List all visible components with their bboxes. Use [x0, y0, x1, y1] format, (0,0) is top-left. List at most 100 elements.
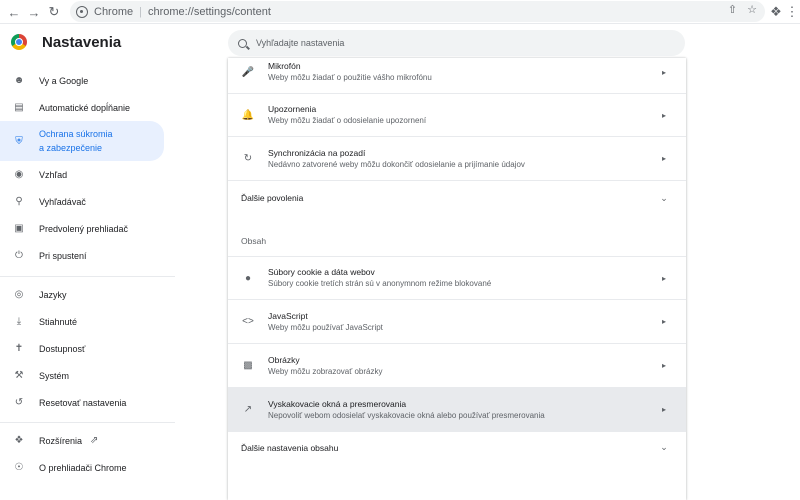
sidebar-item-accessibility[interactable]: ✝ Dostupnosť: [0, 335, 164, 362]
chevron-down-icon: ⌄: [660, 442, 668, 452]
sidebar-item-label: Jazyky: [39, 289, 67, 300]
setting-row-microphone[interactable]: 🎤 Mikrofón Weby môžu žiadať o použitie v…: [228, 58, 686, 92]
setting-row-javascript[interactable]: <> JavaScript Weby môžu používať JavaScr…: [228, 299, 686, 343]
sidebar-item-you-and-google[interactable]: ☻ Vy a Google: [0, 67, 164, 94]
sidebar-item-label: Pri spustení: [39, 250, 87, 261]
arrow-right-icon: ▸: [661, 67, 666, 77]
share-icon[interactable]: ⇧: [728, 3, 737, 16]
bell-icon: 🔔: [241, 109, 255, 121]
sidebar-divider: [0, 276, 175, 277]
cookie-icon: ●: [244, 272, 252, 284]
download-icon: ⤓: [16, 316, 22, 327]
setting-title: Mikrofón: [268, 61, 301, 71]
search-icon: ⚲: [15, 196, 23, 207]
microphone-icon: 🎤: [241, 66, 255, 78]
sidebar-item-appearance[interactable]: ◉ Vzhľad: [0, 161, 164, 188]
setting-description: Weby môžu žiadať o použitie vášho mikrof…: [268, 73, 432, 82]
settings-search[interactable]: [228, 30, 685, 56]
sidebar-item-system[interactable]: ⚒ Systém: [0, 362, 164, 389]
person-icon: ☻: [13, 75, 25, 86]
section-title-content: Obsah: [241, 236, 267, 246]
globe-icon: ◎: [14, 289, 24, 300]
palette-icon: ◉: [14, 169, 24, 180]
browser-icon: ▣: [14, 223, 24, 234]
sidebar-item-label: Systém: [39, 370, 70, 381]
arrow-right-icon: ▸: [661, 154, 666, 163]
sidebar-item-label: O prehliadači Chrome: [39, 462, 127, 473]
arrow-right-icon: ▸: [661, 405, 666, 414]
sidebar-divider: [0, 422, 175, 423]
chrome-icon: ☉: [14, 462, 24, 473]
setting-row-background-sync[interactable]: ↻ Synchronizácia na pozadí Nedávno zatvo…: [228, 136, 686, 180]
sidebar-item-label: Vyhľadávač: [39, 196, 86, 207]
code-icon: <>: [242, 316, 254, 327]
address-origin: Chrome: [94, 5, 134, 18]
more-content-settings-toggle[interactable]: Ďalšie nastavenia obsahu ⌄: [228, 431, 686, 463]
sidebar-item-label: Ochrana súkromia a zabezpečenie: [39, 129, 113, 153]
sidebar-item-label: Vy a Google: [39, 75, 89, 86]
forward-icon[interactable]: →: [24, 2, 44, 22]
sync-icon: ↻: [243, 153, 253, 164]
bookmark-star-icon[interactable]: ☆: [747, 3, 757, 16]
power-icon: ⏻: [15, 250, 23, 261]
setting-row-cookies[interactable]: ● Súbory cookie a dáta webov Súbory cook…: [228, 256, 686, 299]
arrow-right-icon: ▸: [661, 317, 666, 326]
sidebar-item-label: Resetovať nastavenia: [39, 397, 127, 408]
setting-row-images[interactable]: ▩ Obrázky Weby môžu zobrazovať obrázky ▸: [228, 343, 686, 387]
sidebar-item-search-engine[interactable]: ⚲ Vyhľadávač: [0, 188, 164, 215]
sidebar-item-languages[interactable]: ◎ Jazyky: [0, 281, 164, 308]
accessibility-icon: ✝: [14, 343, 24, 354]
back-icon[interactable]: ←: [4, 2, 24, 22]
puzzle-icon: ❖: [14, 435, 24, 446]
address-bar[interactable]: Chrome | chrome://settings/content ⇧ ☆: [70, 1, 765, 22]
setting-title: Synchronizácia na pozadí: [268, 147, 366, 158]
sidebar-item-label: Vzhľad: [39, 169, 68, 180]
reload-icon[interactable]: ↻: [44, 2, 64, 22]
site-info-icon[interactable]: [76, 5, 88, 18]
sidebar-item-on-startup[interactable]: ⏻ Pri spustení: [0, 242, 164, 269]
arrow-right-icon: ▸: [661, 361, 666, 370]
setting-description: Weby môžu žiadať o odosielanie upozornen…: [268, 116, 427, 125]
setting-title: Vyskakovacie okná a presmerovania: [268, 398, 407, 409]
reset-icon: ↺: [14, 397, 24, 408]
wrench-icon: ⚒: [14, 370, 24, 381]
setting-row-notifications[interactable]: 🔔 Upozornenia Weby môžu žiadať o odosiel…: [228, 93, 686, 136]
sidebar-item-autofill[interactable]: ▤ Automatické dopĺňanie: [0, 94, 164, 121]
chevron-down-icon: ⌄: [660, 192, 668, 203]
sidebar-item-label: Automatické dopĺňanie: [39, 102, 131, 113]
sidebar-item-label: Rozšírenia: [39, 435, 83, 446]
sidebar-item-reset-settings[interactable]: ↺ Resetovať nastavenia: [0, 389, 164, 416]
chrome-logo-icon: [11, 34, 27, 50]
search-input[interactable]: [256, 38, 656, 48]
more-permissions-label: Ďalšie povolenia: [241, 193, 304, 203]
menu-more-icon[interactable]: ⋮: [782, 2, 800, 22]
arrow-right-icon: ▸: [661, 110, 666, 120]
sidebar-item-downloads[interactable]: ⤓ Stiahnuté: [0, 308, 164, 335]
setting-description: Nepovoliť webom odosielať vyskakovacie o…: [268, 410, 545, 420]
site-settings-panel: 🎤 Mikrofón Weby môžu žiadať o použitie v…: [228, 58, 686, 500]
browser-toolbar: ← → ↻ Chrome | chrome://settings/content…: [0, 0, 800, 24]
sidebar-item-privacy-security[interactable]: ⛨ Ochrana súkromia a zabezpečenie: [0, 121, 164, 161]
search-icon: [238, 38, 247, 48]
arrow-right-icon: ▸: [661, 273, 666, 283]
shield-icon: ⛨: [15, 135, 23, 147]
sidebar-item-label: Predvolený prehliadač: [39, 223, 129, 234]
sidebar-item-about-chrome[interactable]: ☉ O prehliadači Chrome: [0, 454, 164, 481]
setting-description: Nedávno zatvorené weby môžu dokončiť odo…: [268, 159, 525, 169]
setting-description: Weby môžu zobrazovať obrázky: [268, 366, 383, 376]
more-content-settings-label: Ďalšie nastavenia obsahu: [241, 442, 339, 453]
page-title: Nastavenia: [42, 34, 122, 51]
setting-title: JavaScript: [268, 310, 308, 321]
more-permissions-toggle[interactable]: Ďalšie povolenia ⌄: [228, 180, 686, 215]
clipboard-icon: ▤: [14, 102, 24, 113]
setting-row-popups[interactable]: ↗ Vyskakovacie okná a presmerovania Nepo…: [228, 387, 686, 431]
sidebar: ☻ Vy a Google ▤ Automatické dopĺňanie ⛨ …: [0, 64, 175, 500]
open-external-icon: ⇗: [90, 435, 99, 446]
sidebar-item-extensions[interactable]: ❖ Rozšírenia ⇗: [0, 427, 164, 454]
setting-description: Weby môžu používať JavaScript: [268, 322, 383, 332]
setting-title: Súbory cookie a dáta webov: [268, 267, 375, 277]
address-url: chrome://settings/content: [147, 5, 271, 18]
sidebar-item-default-browser[interactable]: ▣ Predvolený prehliadač: [0, 215, 164, 242]
popup-icon: ↗: [243, 404, 253, 415]
sidebar-item-label: Dostupnosť: [39, 343, 86, 354]
